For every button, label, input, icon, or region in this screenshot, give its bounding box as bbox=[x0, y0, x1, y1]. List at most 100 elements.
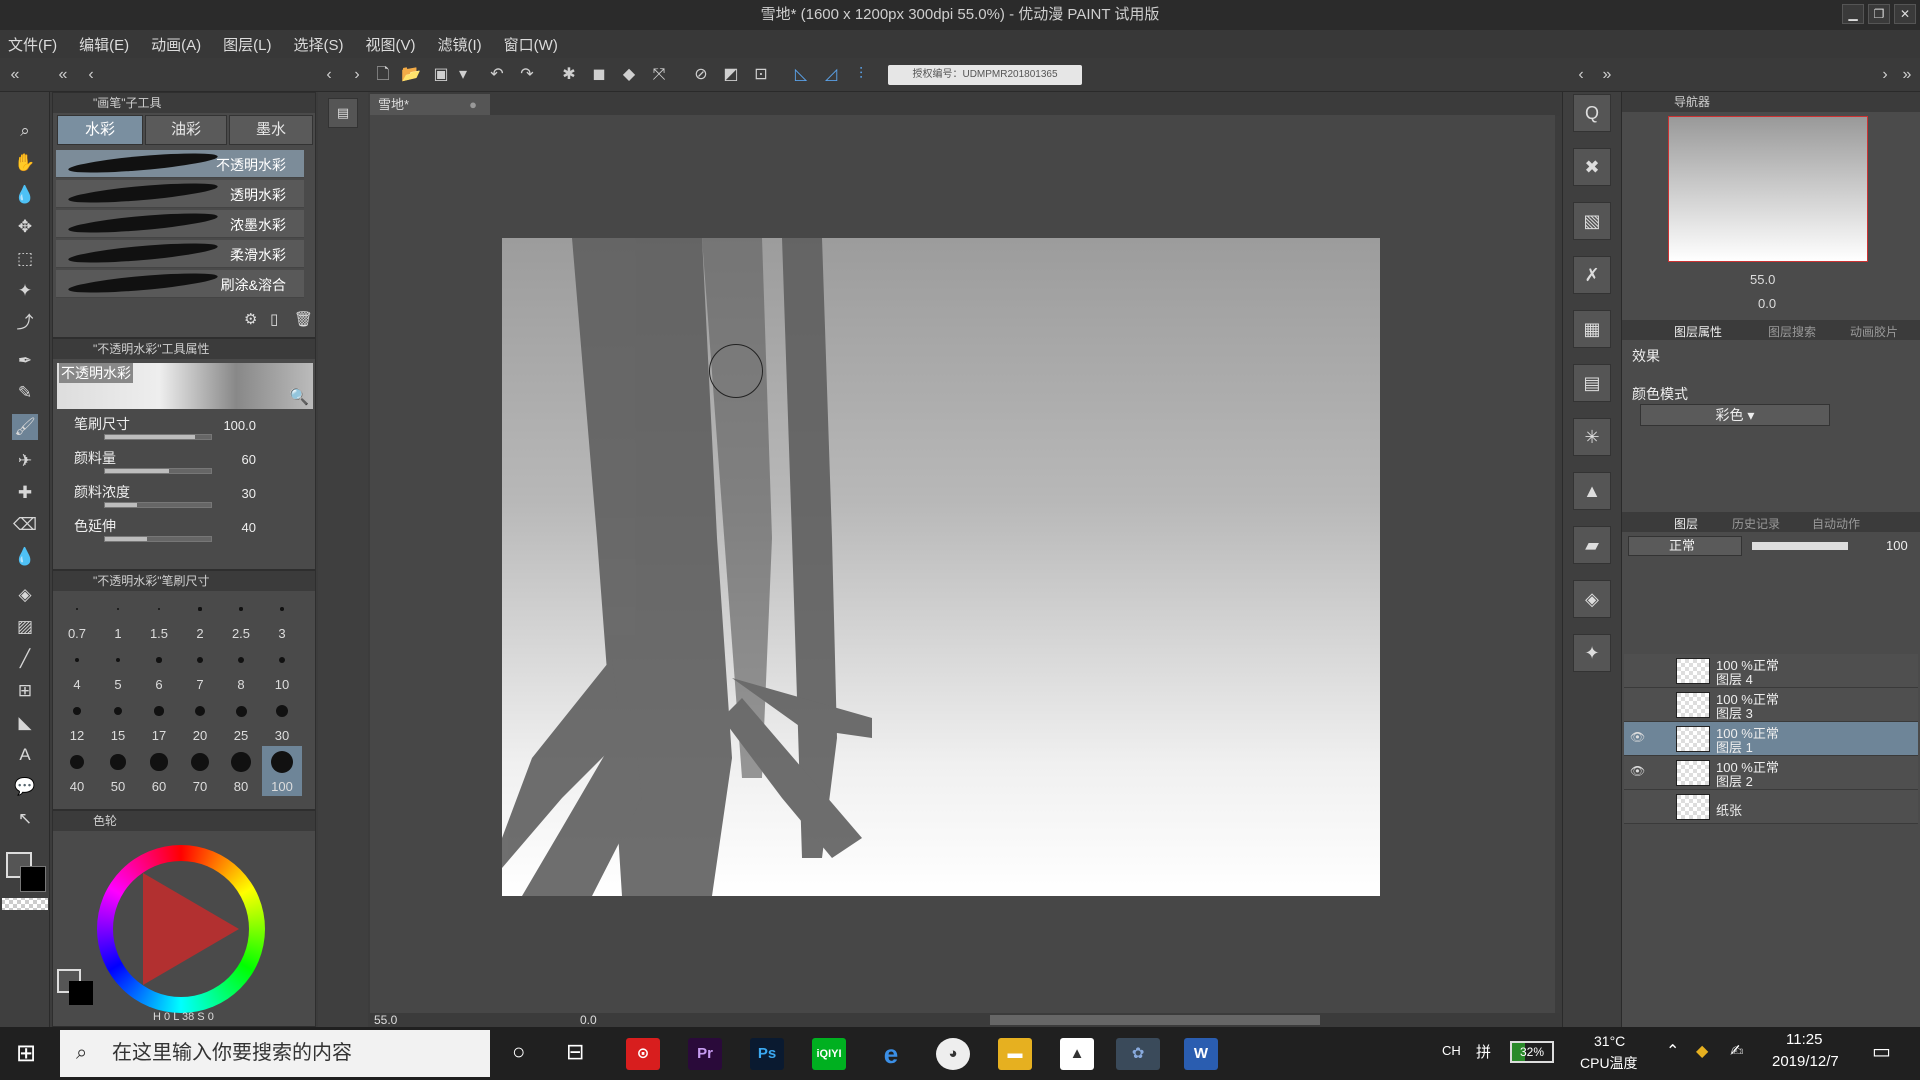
save-icon[interactable]: ▣ bbox=[430, 64, 452, 86]
brush-size-cell[interactable]: 1 bbox=[98, 593, 138, 643]
tab-watercolor[interactable]: 水彩 bbox=[57, 115, 143, 145]
open-file-icon[interactable]: 📂 bbox=[400, 64, 422, 86]
subtool-settings-icon[interactable]: ⚙ bbox=[244, 310, 257, 328]
ime-indicator[interactable]: CH bbox=[1442, 1043, 1461, 1058]
windows-start-icon[interactable]: ⊞ bbox=[16, 1039, 36, 1068]
material-icon[interactable]: ✦ bbox=[1573, 634, 1611, 672]
zoom-tool-icon[interactable]: ⌕ bbox=[12, 118, 38, 144]
navigator-preview[interactable] bbox=[1668, 116, 1868, 262]
prop-slider[interactable] bbox=[104, 468, 212, 474]
material-icon[interactable]: ▧ bbox=[1573, 202, 1611, 240]
frame-tool-icon[interactable]: ⊞ bbox=[12, 678, 38, 704]
snap-special-ruler-icon[interactable]: ◿ bbox=[820, 64, 842, 86]
transparent-color-swatch[interactable] bbox=[2, 898, 48, 910]
snap-ruler-icon[interactable]: ◺ bbox=[790, 64, 812, 86]
move-tool-icon[interactable]: ✥ bbox=[12, 214, 38, 240]
netease-music-icon[interactable]: ⊙ bbox=[626, 1038, 660, 1070]
brush-tool-icon[interactable]: 🖌 bbox=[12, 414, 38, 440]
clear-icon[interactable]: ✱ bbox=[558, 64, 580, 86]
tab-layers[interactable]: 图层 bbox=[1674, 515, 1698, 532]
visibility-eye-icon[interactable]: 👁 bbox=[1630, 764, 1645, 778]
horizontal-scrollbar[interactable] bbox=[990, 1015, 1320, 1025]
brush-size-cell[interactable]: 30 bbox=[262, 695, 302, 745]
balloon-tool-icon[interactable]: 💬 bbox=[12, 774, 38, 800]
opacity-value[interactable]: 100 bbox=[1886, 538, 1908, 553]
brush-size-cell[interactable]: 6 bbox=[139, 644, 179, 694]
pencil-tool-icon[interactable]: ✎ bbox=[12, 380, 38, 406]
taskbar-search-input[interactable]: ⌕ 在这里输入你要搜索的内容 bbox=[60, 1030, 490, 1077]
brush-size-cell[interactable]: 80 bbox=[221, 746, 261, 796]
layer-row[interactable]: 👁 100 %正常 图层 1 bbox=[1624, 722, 1918, 756]
arrow-right-icon[interactable]: › bbox=[346, 64, 368, 86]
angle-value[interactable]: 0.0 bbox=[580, 1013, 597, 1027]
sub-color-swatch[interactable] bbox=[20, 866, 46, 892]
tab-auto-actions[interactable]: 自动动作 bbox=[1812, 515, 1860, 532]
photoshop-icon[interactable]: Ps bbox=[750, 1038, 784, 1070]
fill-tool-icon[interactable]: ◈ bbox=[12, 582, 38, 608]
prop-paint-density[interactable]: 颜料浓度 30 bbox=[56, 482, 304, 516]
brush-size-cell[interactable]: 1.5 bbox=[139, 593, 179, 643]
menu-filter[interactable]: 滤镜(I) bbox=[438, 34, 482, 55]
decoration-tool-icon[interactable]: ✚ bbox=[12, 480, 38, 506]
pen-tool-icon[interactable]: ✒ bbox=[12, 348, 38, 374]
brush-size-cell[interactable]: 2.5 bbox=[221, 593, 261, 643]
material-icon[interactable]: ▤ bbox=[1573, 364, 1611, 402]
zoom-value[interactable]: 55.0 bbox=[374, 1013, 397, 1027]
deselect-icon[interactable]: ⊘ bbox=[690, 64, 712, 86]
visibility-eye-icon[interactable]: 👁 bbox=[1630, 730, 1645, 744]
brush-size-cell[interactable]: 4 bbox=[57, 644, 97, 694]
chevron-up-icon[interactable]: ⌃ bbox=[1666, 1041, 1679, 1061]
redo-icon[interactable]: ↷ bbox=[516, 64, 538, 86]
tab-layer-search[interactable]: 图层搜索 bbox=[1768, 323, 1816, 340]
brush-size-cell[interactable]: 2 bbox=[180, 593, 220, 643]
prop-value[interactable]: 60 bbox=[242, 452, 256, 467]
clock-date[interactable]: 2019/12/7 bbox=[1772, 1053, 1839, 1070]
layer-row[interactable]: 纸张 bbox=[1624, 790, 1918, 824]
brush-item[interactable]: 柔滑水彩 bbox=[56, 239, 304, 268]
collapse-left-icon[interactable]: « bbox=[52, 64, 74, 86]
brush-size-cell[interactable]: 10 bbox=[262, 644, 302, 694]
material-icon[interactable]: ▰ bbox=[1573, 526, 1611, 564]
arrow-left-icon[interactable]: ‹ bbox=[80, 64, 102, 86]
pen-icon[interactable]: ✍ bbox=[1730, 1041, 1743, 1061]
collapse-right-icon[interactable]: » bbox=[1596, 64, 1618, 86]
brush-size-cell[interactable]: 15 bbox=[98, 695, 138, 745]
menu-file[interactable]: 文件(F) bbox=[8, 34, 57, 55]
invert-selection-icon[interactable]: ◩ bbox=[720, 64, 742, 86]
tray-app-icon[interactable]: ◆ bbox=[1696, 1041, 1708, 1061]
navigator-rotate[interactable]: 0.0 bbox=[1758, 296, 1776, 311]
copy-subtool-icon[interactable]: ▯ bbox=[270, 310, 278, 328]
undo-icon[interactable]: ↶ bbox=[486, 64, 508, 86]
transform-icon[interactable]: ⤧ bbox=[648, 64, 670, 86]
brush-size-cell[interactable]: 7 bbox=[180, 644, 220, 694]
brush-size-cell[interactable]: 20 bbox=[180, 695, 220, 745]
material-icon[interactable]: ▦ bbox=[1573, 310, 1611, 348]
material-icon[interactable]: ▲ bbox=[1573, 472, 1611, 510]
prop-color-stretch[interactable]: 色延伸 40 bbox=[56, 516, 304, 550]
eyedropper-icon[interactable]: ⤴ bbox=[12, 310, 38, 336]
arrow-left-icon[interactable]: ‹ bbox=[318, 64, 340, 86]
task-view-icon[interactable]: ⊟ bbox=[566, 1039, 584, 1065]
dropdown-icon[interactable]: ▾ bbox=[452, 64, 474, 86]
line-tool-icon[interactable]: ╱ bbox=[12, 646, 38, 672]
qq-icon[interactable]: ◕ bbox=[936, 1038, 970, 1070]
text-tool-icon[interactable]: A bbox=[12, 742, 38, 768]
material-icon[interactable]: ✖ bbox=[1573, 148, 1611, 186]
tab-ink[interactable]: 墨水 bbox=[229, 115, 313, 145]
menu-layer[interactable]: 图层(L) bbox=[223, 34, 271, 55]
search-material-icon[interactable]: Q bbox=[1573, 94, 1611, 132]
panel-icon[interactable]: ▤ bbox=[328, 98, 358, 128]
color-mode-select[interactable]: 彩色 ▾ bbox=[1640, 404, 1830, 426]
blend-mode-select[interactable]: 正常 bbox=[1628, 536, 1742, 556]
prop-value[interactable]: 40 bbox=[242, 520, 256, 535]
prop-paint-amount[interactable]: 颜料量 60 bbox=[56, 448, 304, 482]
snap-grid-icon[interactable]: ⫶ bbox=[850, 64, 872, 86]
photos-icon[interactable]: ▲ bbox=[1060, 1038, 1094, 1070]
brush-item[interactable]: 刷涂&溶合 bbox=[56, 269, 304, 298]
arrow-right-icon[interactable]: › bbox=[1874, 64, 1896, 86]
material-icon[interactable]: ◈ bbox=[1573, 580, 1611, 618]
word-icon[interactable]: W bbox=[1184, 1038, 1218, 1070]
collapse-left-icon[interactable]: « bbox=[4, 64, 26, 86]
delete-subtool-icon[interactable]: 🗑 bbox=[294, 310, 313, 328]
fill-icon[interactable]: ◼ bbox=[588, 64, 610, 86]
